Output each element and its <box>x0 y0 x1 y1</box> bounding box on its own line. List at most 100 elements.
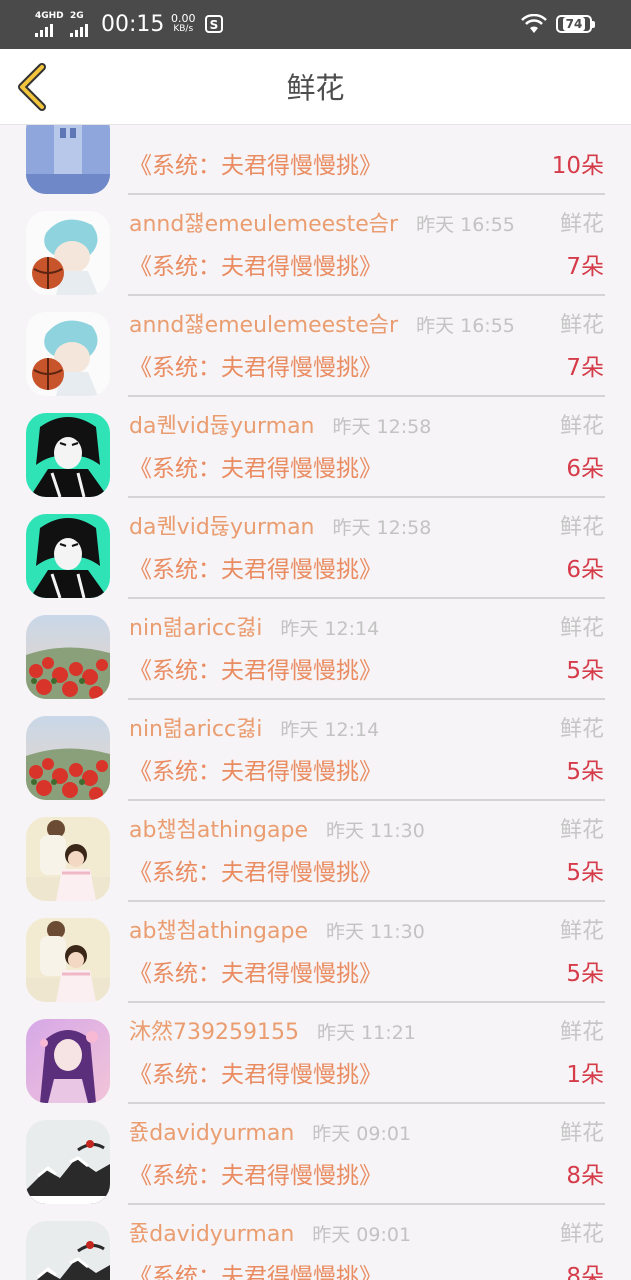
gift-count: 5朵 <box>566 759 604 785</box>
network-speed: 0.00 KB/s <box>171 13 196 35</box>
book-title: 《系统：夫君得慢慢挑》 <box>129 153 382 179</box>
row-divider <box>128 1102 605 1104</box>
gift-time: 昨天 12:58 <box>332 517 432 539</box>
gift-time: 昨天 12:14 <box>280 618 380 640</box>
sender-name: da퀜vid듆yurman 昨天 12:58 <box>129 513 431 543</box>
sender-name-text: nin렮aricc겷i <box>129 616 263 641</box>
flower-gift-list: 《系统：夫君得慢慢挑》 10朵 annd쟳emeulemeeste슴r 昨天 16… <box>0 125 631 1280</box>
list-item[interactable]: da퀜vid듆yurman 昨天 12:58 鲜花 《系统：夫君得慢慢挑》 6朵 <box>0 500 631 601</box>
book-title: 《系统：夫君得慢慢挑》 <box>129 1264 382 1280</box>
avatar[interactable] <box>26 1221 110 1280</box>
gift-time: 昨天 12:58 <box>332 416 432 438</box>
avatar[interactable] <box>26 1019 110 1103</box>
avatar[interactable] <box>26 514 110 598</box>
avatar[interactable] <box>26 615 110 699</box>
gift-kind: 鲜花 <box>559 616 604 641</box>
battery-level: 74 <box>562 17 586 31</box>
avatar[interactable] <box>26 211 110 295</box>
sender-name-text: annd쟳emeulemeeste슴r <box>129 313 399 338</box>
row-divider <box>128 496 605 498</box>
gift-kind: 鲜花 <box>559 212 604 237</box>
row-divider <box>128 193 605 195</box>
sender-name-text: 죬davidyurman <box>129 1121 295 1146</box>
avatar[interactable] <box>26 125 110 194</box>
sender-name: da퀜vid듆yurman 昨天 12:58 <box>129 412 431 442</box>
sender-name-text: annd쟳emeulemeeste슴r <box>129 212 399 237</box>
avatar[interactable] <box>26 1120 110 1204</box>
book-title: 《系统：夫君得慢慢挑》 <box>129 1062 382 1088</box>
gift-kind: 鲜花 <box>559 1121 604 1146</box>
gift-time: 昨天 11:30 <box>325 820 425 842</box>
gift-count: 8朵 <box>566 1163 604 1189</box>
row-divider <box>128 900 605 902</box>
gift-kind: 鲜花 <box>559 818 604 843</box>
sender-name: nin렮aricc겷i 昨天 12:14 <box>129 614 379 644</box>
row-divider <box>128 698 605 700</box>
book-title: 《系统：夫君得慢慢挑》 <box>129 961 382 987</box>
book-title: 《系统：夫君得慢慢挑》 <box>129 860 382 886</box>
status-time: 00:15 <box>101 12 165 37</box>
sender-name: nin렮aricc겷i 昨天 12:14 <box>129 715 379 745</box>
list-item[interactable]: 죬davidyurman 昨天 09:01 鲜花 《系统：夫君得慢慢挑》 8朵 <box>0 1207 631 1280</box>
speed-value: 0.00 <box>171 12 196 25</box>
sender-name-text: 沐然739259155 <box>129 1020 299 1045</box>
sender-name-text: nin렮aricc겷i <box>129 717 263 742</box>
book-title: 《系统：夫君得慢慢挑》 <box>129 456 382 482</box>
book-title: 《系统：夫君得慢慢挑》 <box>129 557 382 583</box>
row-divider <box>128 294 605 296</box>
list-item[interactable]: 죬davidyurman 昨天 09:01 鲜花 《系统：夫君得慢慢挑》 8朵 <box>0 1106 631 1207</box>
network-label: 4GHD <box>35 11 64 21</box>
sender-name: annd쟳emeulemeeste슴r 昨天 16:55 <box>129 210 515 240</box>
gift-kind: 鲜花 <box>559 515 604 540</box>
network-label: 2G <box>70 11 84 21</box>
book-title: 《系统：夫君得慢慢挑》 <box>129 254 382 280</box>
gift-count: 5朵 <box>566 961 604 987</box>
gift-time: 昨天 16:55 <box>416 315 515 337</box>
row-divider <box>128 395 605 397</box>
gift-time: 昨天 09:01 <box>312 1224 412 1246</box>
app-notification-icon: S <box>205 15 223 33</box>
status-bar: 4GHD 2G 00:15 0.00 KB/s S 74 <box>0 0 631 49</box>
gift-count: 6朵 <box>566 456 604 482</box>
sender-name <box>129 125 147 139</box>
nav-bar: 鲜花 <box>0 49 631 125</box>
page-title: 鲜花 <box>286 71 345 105</box>
list-item[interactable]: ab챊첨athingape 昨天 11:30 鲜花 《系统：夫君得慢慢挑》 5朵 <box>0 904 631 1005</box>
svg-text:S: S <box>210 18 219 32</box>
row-divider <box>128 799 605 801</box>
list-item[interactable]: nin렮aricc겷i 昨天 12:14 鲜花 《系统：夫君得慢慢挑》 5朵 <box>0 702 631 803</box>
gift-kind: 鲜花 <box>559 414 604 439</box>
avatar[interactable] <box>26 312 110 396</box>
avatar[interactable] <box>26 716 110 800</box>
list-item[interactable]: nin렮aricc겷i 昨天 12:14 鲜花 《系统：夫君得慢慢挑》 5朵 <box>0 601 631 702</box>
gift-time: 昨天 09:01 <box>312 1123 412 1145</box>
sender-name-text: da퀜vid듆yurman <box>129 515 315 540</box>
list-item[interactable]: annd쟳emeulemeeste슴r 昨天 16:55 鲜花 《系统：夫君得慢慢… <box>0 298 631 399</box>
gift-count: 5朵 <box>566 658 604 684</box>
list-item[interactable]: da퀜vid듆yurman 昨天 12:58 鲜花 《系统：夫君得慢慢挑》 6朵 <box>0 399 631 500</box>
avatar[interactable] <box>26 918 110 1002</box>
list-item[interactable]: 沐然739259155 昨天 11:21 鲜花 《系统：夫君得慢慢挑》 1朵 <box>0 1005 631 1106</box>
row-divider <box>128 1001 605 1003</box>
gift-count: 7朵 <box>566 355 604 381</box>
gift-count: 1朵 <box>566 1062 604 1088</box>
list-item[interactable]: 《系统：夫君得慢慢挑》 10朵 <box>0 125 631 197</box>
book-title: 《系统：夫君得慢慢挑》 <box>129 759 382 785</box>
sender-name: 죬davidyurman 昨天 09:01 <box>129 1220 411 1250</box>
gift-time: 昨天 12:14 <box>280 719 380 741</box>
list-item[interactable]: annd쟳emeulemeeste슴r 昨天 16:55 鲜花 《系统：夫君得慢慢… <box>0 197 631 298</box>
avatar[interactable] <box>26 817 110 901</box>
book-title: 《系统：夫君得慢慢挑》 <box>129 355 382 381</box>
gift-kind: 鲜花 <box>559 1020 604 1045</box>
book-title: 《系统：夫君得慢慢挑》 <box>129 658 382 684</box>
sender-name-text: 죬davidyurman <box>129 1222 295 1247</box>
sender-name-text: ab챊첨athingape <box>129 818 308 843</box>
wifi-icon <box>521 14 547 33</box>
gift-count: 10朵 <box>551 153 604 179</box>
gift-kind: 鲜花 <box>559 1222 604 1247</box>
list-item[interactable]: ab챊첨athingape 昨天 11:30 鲜花 《系统：夫君得慢慢挑》 5朵 <box>0 803 631 904</box>
gift-kind: 鲜花 <box>559 313 604 338</box>
sender-name: ab챊첨athingape 昨天 11:30 <box>129 917 425 947</box>
avatar[interactable] <box>26 413 110 497</box>
battery-icon: 74 <box>556 15 595 33</box>
